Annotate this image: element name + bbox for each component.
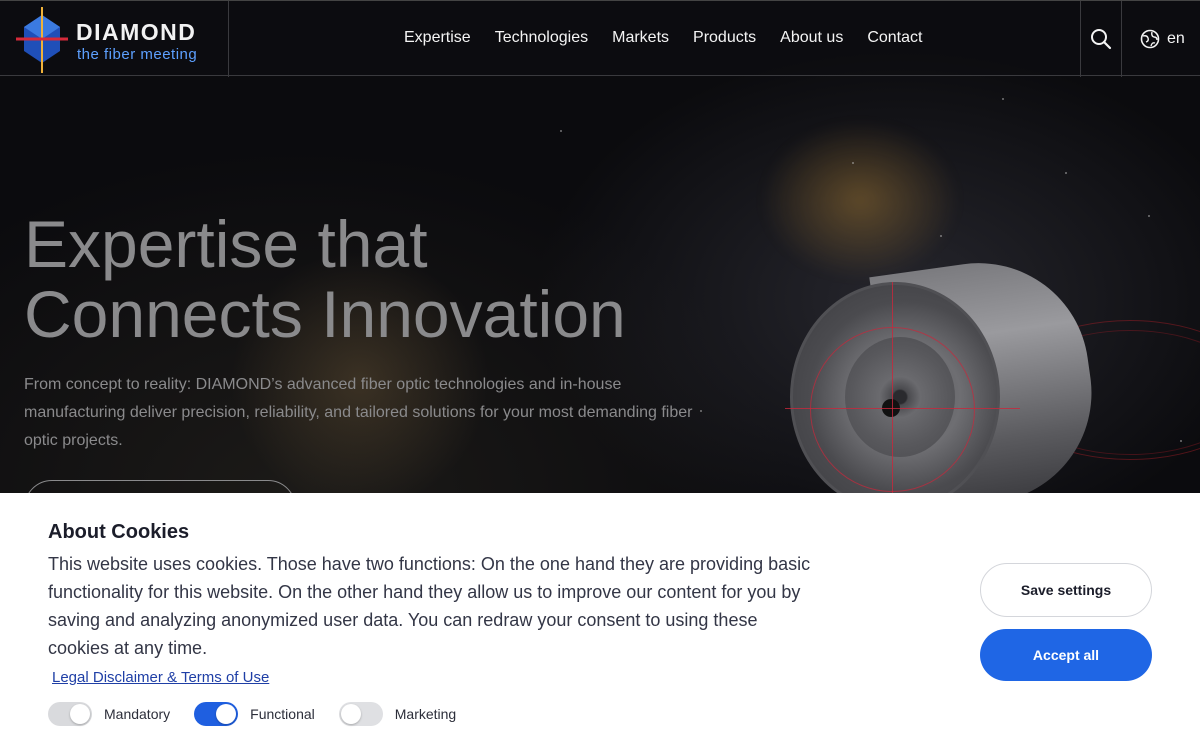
legal-disclaimer-link[interactable]: Legal Disclaimer & Terms of Use bbox=[52, 669, 269, 686]
brand-tagline: the fiber meeting bbox=[77, 46, 198, 63]
toggle-marketing[interactable]: Marketing bbox=[338, 702, 457, 726]
crosshair-horizontal bbox=[785, 408, 1020, 409]
site-header: DIAMOND the fiber meeting Expertise Tech… bbox=[0, 0, 1200, 77]
toggle-functional[interactable]: Functional bbox=[194, 702, 315, 726]
globe-icon bbox=[1140, 29, 1160, 49]
brand-name: DIAMOND bbox=[76, 19, 197, 45]
language-selector[interactable]: en bbox=[1140, 29, 1185, 49]
hero-title-line1: Expertise that bbox=[24, 207, 428, 281]
hero-title: Expertise that Connects Innovation bbox=[24, 209, 784, 349]
nav-item-technologies[interactable]: Technologies bbox=[495, 29, 588, 47]
save-settings-button[interactable]: Save settings bbox=[980, 563, 1152, 617]
search-button[interactable] bbox=[1080, 1, 1122, 77]
star bbox=[940, 235, 942, 237]
cookie-text: This website uses cookies. Those have tw… bbox=[48, 554, 811, 658]
star bbox=[560, 130, 562, 132]
toggle-label-mandatory: Mandatory bbox=[104, 706, 171, 722]
accept-all-button[interactable]: Accept all bbox=[980, 629, 1152, 681]
cookie-toggles: Mandatory Functional Marketing bbox=[48, 702, 480, 726]
marketing-switch[interactable] bbox=[338, 702, 383, 726]
switch-knob bbox=[216, 704, 237, 724]
star bbox=[1002, 98, 1004, 100]
logo[interactable]: DIAMOND the fiber meeting bbox=[0, 1, 229, 77]
star bbox=[1065, 172, 1067, 174]
mandatory-switch bbox=[48, 702, 92, 726]
fiber-ferrule-image bbox=[785, 248, 1106, 522]
hero-description: From concept to reality: DIAMOND’s advan… bbox=[24, 376, 693, 449]
cookie-title: About Cookies bbox=[48, 521, 190, 543]
language-label: en bbox=[1167, 30, 1185, 47]
toggle-label-functional: Functional bbox=[250, 706, 315, 722]
crosshair-vertical bbox=[892, 282, 893, 522]
light-glow bbox=[760, 120, 960, 280]
star bbox=[1148, 215, 1150, 217]
nav-item-products[interactable]: Products bbox=[693, 29, 756, 47]
cookie-banner: About Cookies This website uses cookies.… bbox=[0, 493, 1200, 750]
hero-title-line2: Connects Innovation bbox=[24, 277, 626, 351]
nav-item-markets[interactable]: Markets bbox=[612, 29, 669, 47]
search-icon bbox=[1091, 29, 1112, 50]
switch-knob bbox=[70, 704, 90, 724]
main-nav: Expertise Technologies Markets Products … bbox=[404, 29, 922, 47]
nav-item-expertise[interactable]: Expertise bbox=[404, 29, 471, 47]
nav-item-about-us[interactable]: About us bbox=[780, 29, 843, 47]
diamond-logo-icon bbox=[16, 7, 68, 73]
toggle-label-marketing: Marketing bbox=[394, 706, 457, 722]
toggle-mandatory: Mandatory bbox=[48, 702, 170, 726]
nav-item-contact[interactable]: Contact bbox=[867, 29, 922, 47]
star bbox=[852, 162, 854, 164]
functional-switch[interactable] bbox=[194, 702, 239, 726]
switch-knob bbox=[340, 704, 361, 724]
